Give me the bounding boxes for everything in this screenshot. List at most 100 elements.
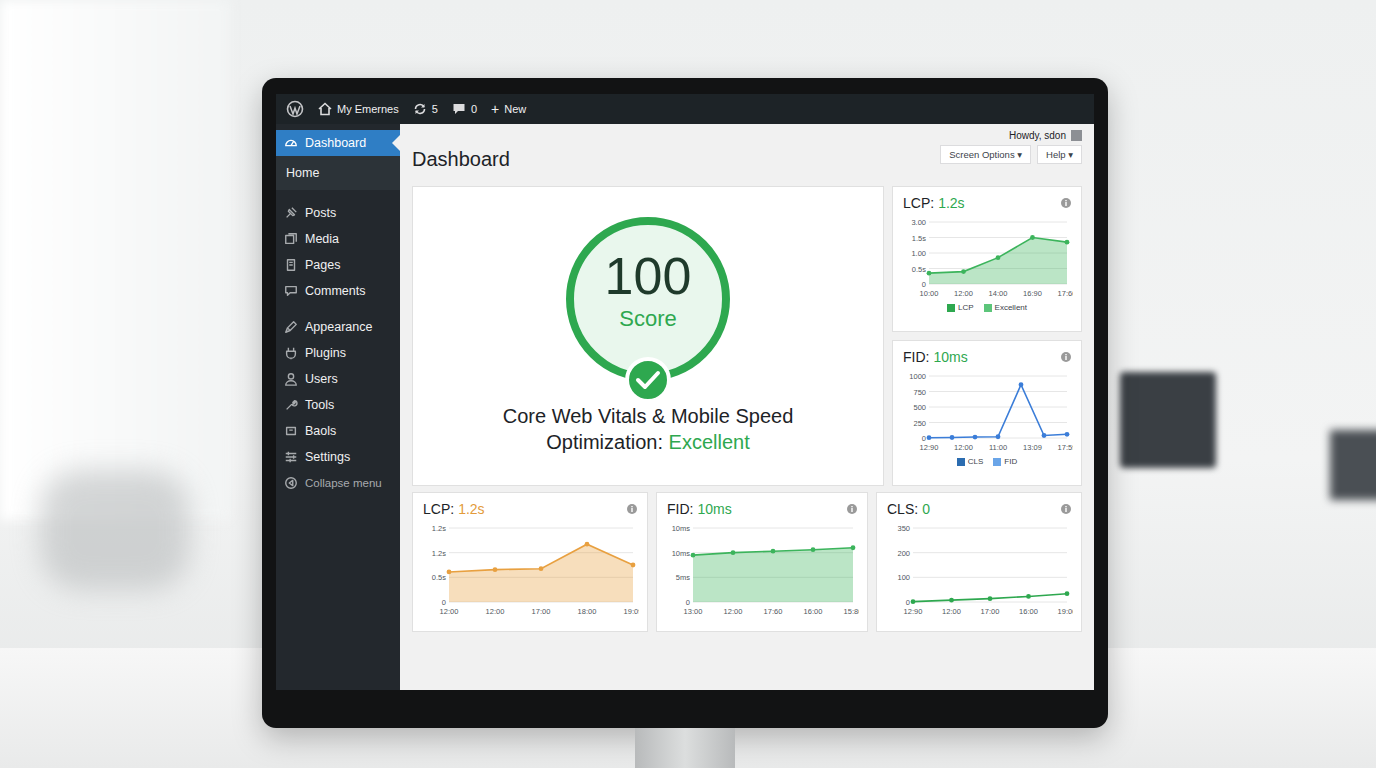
refresh-icon bbox=[413, 102, 427, 116]
grid-line bbox=[913, 552, 1067, 553]
legend-swatch bbox=[993, 458, 1001, 466]
score-label: Score bbox=[619, 306, 676, 332]
collapse-icon bbox=[284, 476, 298, 490]
sidebar-item[interactable]: Home bbox=[276, 156, 400, 190]
info-icon[interactable] bbox=[1061, 504, 1071, 514]
sidebar-item[interactable]: Users bbox=[276, 366, 400, 392]
x-tick: 17:00 bbox=[981, 607, 1000, 616]
y-tick: 0 bbox=[686, 598, 690, 607]
info-icon[interactable] bbox=[1061, 352, 1071, 362]
x-tick: 14:00 bbox=[989, 289, 1008, 298]
sidebar-item[interactable]: Comments bbox=[276, 278, 400, 304]
tool-icon bbox=[284, 424, 298, 438]
user-icon bbox=[284, 372, 298, 386]
background-monitor bbox=[1120, 372, 1216, 468]
comments-link[interactable]: 0 bbox=[452, 102, 477, 116]
x-tick: 12:00 bbox=[440, 607, 459, 616]
grid-line bbox=[913, 577, 1067, 578]
media-icon bbox=[284, 232, 298, 246]
monitor-stand bbox=[635, 728, 735, 768]
admin-bar: My Emernes 5 0 +New bbox=[276, 94, 1094, 124]
sidebar-item[interactable]: Baols bbox=[276, 418, 400, 444]
info-icon[interactable] bbox=[1061, 198, 1071, 208]
help-button[interactable]: Help ▾ bbox=[1037, 145, 1082, 164]
chart-card: LCP: 1.2s 1.2s1.2s0.5s012:0012:0017:0018… bbox=[412, 492, 648, 632]
sidebar-label: Pages bbox=[305, 258, 340, 272]
card-title: CLS: bbox=[887, 501, 918, 517]
y-tick: 0.5s bbox=[912, 265, 926, 274]
x-tick: 16:00 bbox=[804, 607, 823, 616]
site-name-link[interactable]: My Emernes bbox=[318, 102, 399, 116]
new-link[interactable]: +New bbox=[491, 101, 526, 117]
grid-line bbox=[929, 422, 1067, 423]
sidebar-label: Dashboard bbox=[305, 136, 366, 150]
y-tick: 200 bbox=[897, 549, 910, 558]
screen-options-button[interactable]: Screen Options ▾ bbox=[940, 145, 1031, 164]
sidebar-item[interactable]: Dashboard bbox=[276, 130, 400, 156]
sidebar-item[interactable]: Pages bbox=[276, 252, 400, 278]
active-pointer bbox=[392, 135, 400, 151]
card-value: 1.2s bbox=[458, 501, 484, 517]
account-menu[interactable]: Howdy, sdon bbox=[1009, 130, 1082, 141]
legend: LCPExcellent bbox=[903, 303, 1071, 312]
sidebar-label: Appearance bbox=[305, 320, 372, 334]
x-tick: 16:00 bbox=[1019, 607, 1038, 616]
y-tick: 0 bbox=[922, 434, 926, 443]
sidebar-item[interactable]: Appearance bbox=[276, 314, 400, 340]
y-tick: 1000 bbox=[909, 372, 926, 381]
score-caption: Core Web Vitals & Mobile Speed Optimizat… bbox=[493, 403, 803, 455]
sidebar-item[interactable]: Posts bbox=[276, 200, 400, 226]
sidebar-item[interactable]: Collapse menu bbox=[276, 470, 400, 496]
x-tick: 17:60 bbox=[1058, 289, 1073, 298]
area-fill bbox=[449, 544, 633, 602]
sidebar-label: Media bbox=[305, 232, 339, 246]
score-ring: 100 Score bbox=[566, 217, 730, 381]
chart: 10ms10ms5ms013:0012:0017:6016:0015:80 bbox=[667, 522, 859, 618]
grid-line bbox=[929, 407, 1067, 408]
card-header: FID: 10ms bbox=[667, 499, 857, 519]
chart: 1000750500250012:9012:0011:0013:0917:59 bbox=[903, 370, 1073, 454]
area-fill bbox=[929, 238, 1067, 285]
legend-item: LCP bbox=[947, 303, 974, 312]
data-point bbox=[1065, 591, 1070, 596]
chart: 350200100012:9012:0017:0016:0019:00 bbox=[887, 522, 1073, 618]
grid-line bbox=[929, 391, 1067, 392]
data-point bbox=[988, 596, 993, 601]
card-title: LCP: bbox=[423, 501, 454, 517]
card-header: CLS: 0 bbox=[887, 499, 1071, 519]
sidebar-item[interactable]: Settings bbox=[276, 444, 400, 470]
plus-icon: + bbox=[491, 101, 499, 117]
grid-line bbox=[929, 376, 1067, 377]
wordpress-logo-icon[interactable] bbox=[286, 100, 304, 118]
info-icon[interactable] bbox=[627, 504, 637, 514]
grid-line bbox=[929, 222, 1067, 223]
x-tick: 17:59 bbox=[1058, 443, 1073, 452]
grid-line bbox=[449, 528, 633, 529]
data-point bbox=[585, 542, 590, 547]
home-icon bbox=[318, 102, 332, 116]
y-tick: 1.5s bbox=[912, 234, 926, 243]
sidebar: Dashboard Home Posts Media Pages Comment… bbox=[276, 124, 400, 690]
sidebar-label: Home bbox=[286, 166, 319, 180]
info-icon[interactable] bbox=[847, 504, 857, 514]
x-tick: 17:60 bbox=[764, 607, 783, 616]
updates-link[interactable]: 5 bbox=[413, 102, 438, 116]
area-fill bbox=[693, 548, 853, 602]
sidebar-label: Settings bbox=[305, 450, 350, 464]
sidebar-item[interactable]: Plugins bbox=[276, 340, 400, 366]
data-point bbox=[949, 598, 954, 603]
y-tick: 0.5s bbox=[432, 573, 446, 582]
grid-line bbox=[913, 602, 1067, 603]
sidebar-item[interactable]: Tools bbox=[276, 392, 400, 418]
sidebar-label: Collapse menu bbox=[305, 477, 382, 489]
main-content: Dashboard Howdy, sdon Screen Options ▾ H… bbox=[400, 124, 1094, 690]
data-point bbox=[1030, 235, 1035, 240]
y-tick: 500 bbox=[913, 403, 926, 412]
dashboard-icon bbox=[284, 136, 298, 150]
data-point bbox=[1026, 594, 1031, 599]
chair bbox=[40, 470, 190, 590]
legend-swatch bbox=[947, 304, 955, 312]
sidebar-item[interactable]: Media bbox=[276, 226, 400, 252]
card-header: LCP: 1.2s bbox=[903, 193, 1071, 213]
header-actions: Howdy, sdon Screen Options ▾ Help ▾ bbox=[940, 130, 1082, 164]
